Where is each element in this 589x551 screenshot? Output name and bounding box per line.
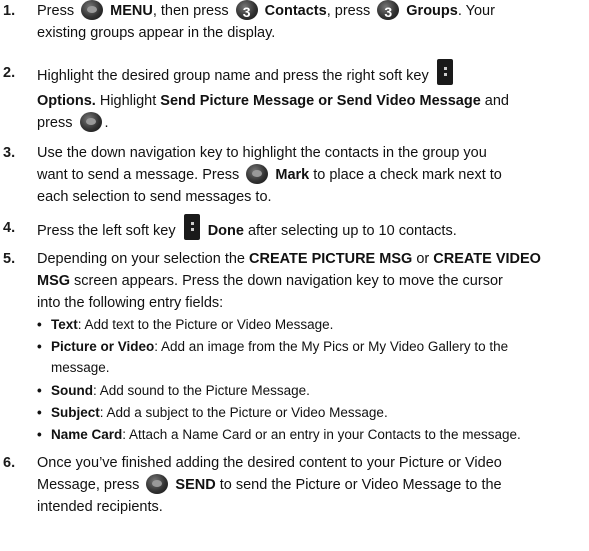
step-number: 6.	[3, 455, 16, 471]
ok-key-icon	[146, 474, 169, 495]
step-number: 1.	[3, 3, 16, 19]
send-label: SEND	[175, 477, 216, 493]
step-number: 5.	[3, 251, 16, 267]
step-number: 4.	[3, 220, 16, 236]
step-number: 3.	[3, 145, 16, 161]
number-3-key-icon: 3	[377, 0, 400, 21]
groups-label: Groups	[406, 3, 458, 19]
menu-label: MENU	[110, 3, 153, 19]
mark-label: Mark	[275, 167, 310, 183]
ok-key-icon	[246, 164, 269, 185]
instruction-page: 1. Press MENU, then press 3 Contacts, pr…	[0, 0, 589, 551]
done-label: Done	[207, 222, 244, 239]
soft-key-icon	[436, 58, 454, 86]
number-3-key-icon: 3	[235, 0, 258, 21]
step-number: 2.	[3, 65, 16, 81]
ok-key-icon	[79, 112, 102, 133]
contacts-label: Contacts	[264, 3, 327, 19]
ok-key-icon	[81, 0, 104, 21]
soft-key-icon	[183, 213, 201, 241]
